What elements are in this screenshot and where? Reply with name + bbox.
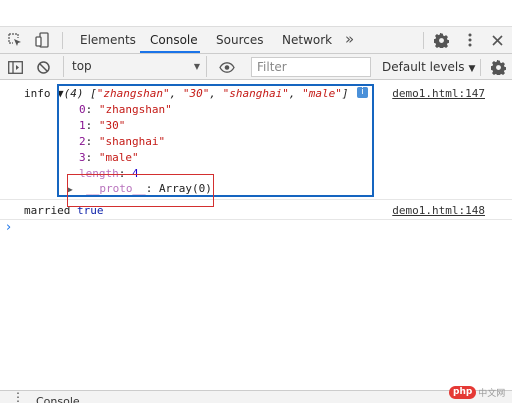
tab-network[interactable]: Network — [282, 27, 332, 53]
chevron-down-icon: ▼ — [468, 64, 476, 74]
active-tab-indicator — [140, 51, 200, 53]
devtools-tab-bar: Elements Console Sources Network » — [0, 27, 512, 54]
console-filter-bar: top ▼ Default levels▼ — [0, 54, 512, 80]
tab-console[interactable]: Console — [150, 27, 198, 53]
tab-sources[interactable]: Sources — [216, 27, 263, 53]
console-drawer: ⋮ Console — [0, 390, 512, 403]
log-label: info — [24, 87, 51, 100]
context-selector[interactable]: top ▼ — [63, 56, 207, 77]
close-icon[interactable] — [486, 27, 508, 53]
more-options-icon[interactable] — [459, 27, 481, 53]
context-selector-value: top — [72, 59, 92, 73]
device-toolbar-icon[interactable] — [31, 27, 53, 53]
more-tabs-button[interactable]: » — [345, 27, 354, 53]
chevron-down-icon: ▼ — [193, 62, 200, 71]
inspect-element-icon[interactable] — [4, 27, 26, 53]
filter-input[interactable] — [251, 57, 371, 77]
toolbar-separator — [480, 59, 481, 76]
console-prompt[interactable]: › — [6, 220, 11, 235]
watermark-text: 中文网 — [478, 388, 506, 399]
log-levels-dropdown[interactable]: Default levels ▼ — [382, 54, 475, 80]
window-top-strip — [0, 0, 512, 27]
annotation-box — [67, 174, 214, 207]
toolbar-separator — [62, 32, 63, 49]
live-expression-eye-icon[interactable] — [216, 54, 238, 80]
watermark-logo: php 中文网 — [449, 384, 507, 400]
settings-gear-icon[interactable] — [430, 27, 452, 53]
tab-elements[interactable]: Elements — [80, 27, 136, 53]
message-divider — [0, 219, 512, 220]
drawer-tab-console[interactable]: Console — [36, 395, 80, 403]
sidebar-toggle-icon[interactable] — [4, 54, 26, 80]
log-label: married — [24, 204, 71, 217]
source-link[interactable]: demo1.html:148 — [392, 204, 485, 217]
drawer-menu-icon[interactable]: ⋮ — [12, 391, 24, 403]
clear-console-icon[interactable] — [32, 54, 54, 80]
watermark-badge: php — [449, 385, 477, 399]
source-link[interactable]: demo1.html:147 — [392, 87, 485, 100]
toolbar-separator — [423, 32, 424, 49]
console-settings-gear-icon[interactable] — [487, 54, 509, 80]
log-levels-label: Default levels — [382, 60, 465, 74]
